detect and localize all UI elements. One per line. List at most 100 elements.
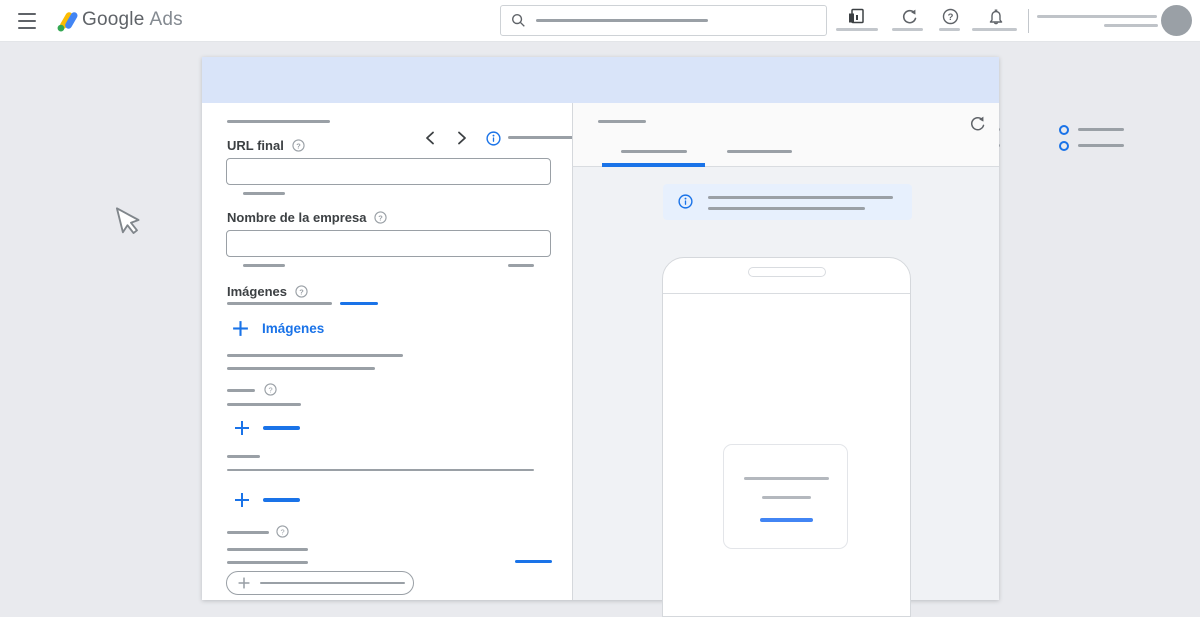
account-name-line <box>1037 15 1157 18</box>
images-desc-line <box>227 302 332 305</box>
brand-title: Google Ads <box>82 9 183 31</box>
business-name-label: Nombre de la empresa <box>227 210 367 225</box>
search-input[interactable] <box>500 5 827 36</box>
refresh-icon[interactable] <box>901 8 918 25</box>
topbar-divider <box>1028 9 1029 33</box>
field-label-line <box>227 531 269 534</box>
char-counter-line <box>508 264 534 267</box>
step-4-label-line <box>1078 128 1124 131</box>
field-desc-line-1 <box>227 548 308 551</box>
step-5-circle-icon <box>1059 141 1069 151</box>
final-url-helper-line <box>243 192 285 195</box>
back-button[interactable] <box>421 129 439 147</box>
chevron-left-icon <box>426 131 434 145</box>
tab-2-label-line <box>727 150 792 153</box>
step-4-circle-icon <box>1059 125 1069 135</box>
info-banner <box>663 184 912 220</box>
step-4-item[interactable] <box>1059 125 1069 135</box>
field-desc-line-2 <box>227 561 308 564</box>
section-title-line <box>227 120 330 123</box>
help-circle-icon[interactable]: ? <box>292 139 305 152</box>
step-5-label-line <box>1078 144 1124 147</box>
field-desc-line <box>227 403 301 406</box>
svg-text:?: ? <box>296 141 301 150</box>
banner-text-line-1 <box>708 196 893 199</box>
brand-ads: Ads <box>149 9 183 30</box>
google-ads-logo <box>57 12 78 32</box>
step-5-item[interactable] <box>1059 141 1069 151</box>
refresh-underline <box>892 28 923 31</box>
help-circle-icon[interactable]: ? <box>276 525 289 538</box>
field-label-line <box>227 389 255 392</box>
forward-button[interactable] <box>453 129 471 147</box>
add-chip-button[interactable] <box>226 571 414 595</box>
help-circle-icon[interactable]: ? <box>374 211 388 224</box>
info-icon[interactable] <box>486 131 501 146</box>
notifications-icon[interactable] <box>987 7 1005 25</box>
card-cta-line <box>760 518 813 522</box>
add-item-label-line <box>263 426 300 430</box>
step-bar-title-line <box>508 136 578 139</box>
images-link-line[interactable] <box>340 302 378 305</box>
chip-label-line <box>260 581 405 585</box>
plus-icon <box>238 577 250 589</box>
side-link-line[interactable] <box>515 560 552 563</box>
small-label-line <box>227 455 260 458</box>
avatar[interactable] <box>1161 5 1192 36</box>
help-circle-icon[interactable]: ? <box>295 285 308 298</box>
add-item-label-line <box>263 498 300 502</box>
helper-text-line-2 <box>227 367 375 370</box>
add-item-button-2[interactable] <box>233 491 300 509</box>
svg-text:?: ? <box>280 527 284 536</box>
preview-tab-2[interactable] <box>712 140 807 166</box>
helper-text-line-1 <box>227 354 403 357</box>
preview-tab-1[interactable] <box>602 140 706 167</box>
images-label-row: Imágenes ? <box>227 284 308 299</box>
menu-icon[interactable] <box>16 12 38 30</box>
plus-icon <box>233 321 248 336</box>
plus-icon <box>235 421 249 435</box>
svg-text:?: ? <box>268 385 272 394</box>
wizard-step-bar <box>202 57 1124 151</box>
help-icon[interactable]: ? <box>942 8 959 25</box>
help-underline <box>939 28 960 31</box>
help-circle-icon[interactable]: ? <box>264 383 277 396</box>
top-app-bar: Google Ads ? <box>0 0 1200 42</box>
info-icon <box>678 194 693 209</box>
images-label: Imágenes <box>227 284 287 299</box>
svg-text:?: ? <box>299 287 304 296</box>
search-placeholder-line <box>536 19 708 22</box>
phone-mockup <box>662 257 911 617</box>
preview-title-line <box>598 120 646 123</box>
add-images-label: Imágenes <box>262 321 325 336</box>
svg-text:?: ? <box>379 213 384 222</box>
reports-underline <box>836 28 878 31</box>
add-item-button-1[interactable] <box>233 419 300 437</box>
final-url-label: URL final <box>227 138 284 153</box>
search-icon <box>511 13 525 27</box>
chevron-right-icon <box>458 131 466 145</box>
final-url-input[interactable] <box>226 158 551 185</box>
business-name-helper-line <box>243 264 285 267</box>
card-text-line-1 <box>744 477 829 480</box>
phone-speaker <box>748 267 826 277</box>
card-text-line-2 <box>762 496 811 499</box>
reports-icon[interactable] <box>847 7 865 25</box>
ad-preview-card <box>723 444 848 549</box>
phone-head-divider <box>663 293 910 294</box>
business-name-input[interactable] <box>226 230 551 257</box>
cursor-icon <box>115 207 140 235</box>
section-divider <box>227 469 534 471</box>
svg-text:?: ? <box>948 12 954 23</box>
notifications-underline <box>972 28 1017 31</box>
tab-1-active-underline <box>602 163 705 167</box>
add-images-button[interactable]: Imágenes <box>231 319 324 338</box>
business-name-label-row: Nombre de la empresa ? <box>227 210 388 225</box>
plus-icon <box>235 493 249 507</box>
account-id-line <box>1104 24 1158 27</box>
brand-google: Google <box>82 9 145 30</box>
preview-refresh-icon[interactable] <box>969 115 986 132</box>
tab-1-label-line <box>621 150 687 153</box>
final-url-label-row: URL final ? <box>227 138 305 153</box>
banner-text-line-2 <box>708 207 865 210</box>
